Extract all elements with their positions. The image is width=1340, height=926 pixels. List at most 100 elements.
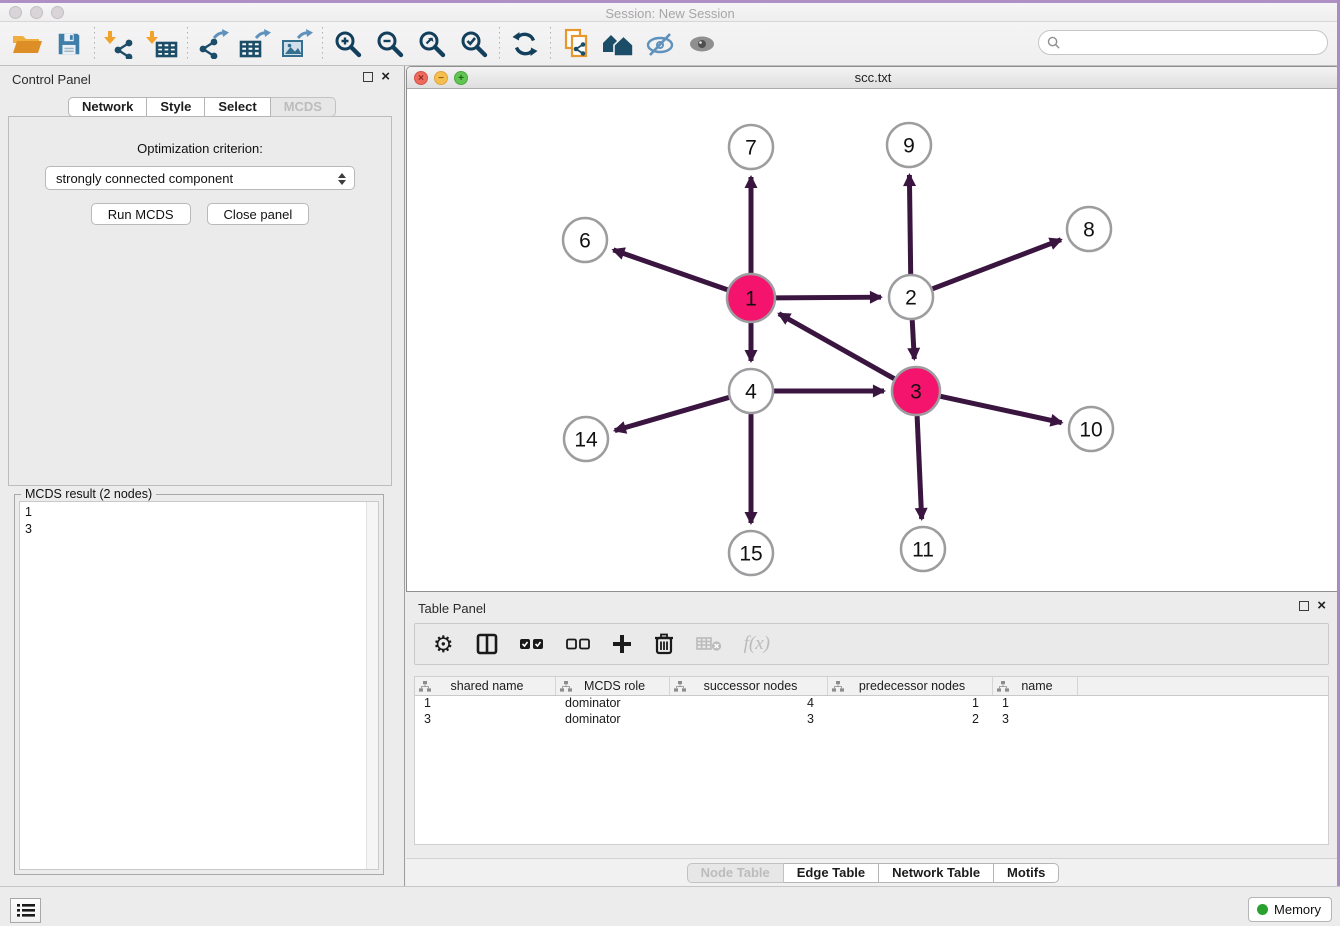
edge-3-1[interactable] <box>779 314 894 379</box>
delete-table-icon[interactable] <box>696 629 722 659</box>
node-label-10: 10 <box>1079 419 1102 442</box>
edge-2-8[interactable] <box>932 240 1060 289</box>
optimization-criterion-select[interactable]: strongly connected component <box>45 166 355 190</box>
cell-MCDS-role[interactable]: dominator <box>556 696 670 712</box>
mcds-panel: Optimization criterion: strongly connect… <box>8 116 392 486</box>
column-type-icon <box>674 681 686 692</box>
column-header-shared-name[interactable]: shared name <box>415 677 556 695</box>
show-all-button[interactable] <box>681 25 723 63</box>
network-canvas[interactable]: 1234678910111415 <box>407 89 1339 592</box>
memory-label: Memory <box>1274 902 1321 917</box>
network-window-titlebar[interactable]: × − + scc.txt <box>407 67 1339 89</box>
export-image-button[interactable] <box>276 25 318 63</box>
desktop-edge <box>0 0 1340 3</box>
cell-predecessor-nodes[interactable]: 1 <box>828 696 993 712</box>
create-column-icon[interactable] <box>612 629 632 659</box>
app-title: Session: New Session <box>0 6 1340 21</box>
zoom-in-button[interactable] <box>327 25 369 63</box>
houses-icon <box>601 30 635 58</box>
refresh-button[interactable] <box>504 25 546 63</box>
tab-edge-table[interactable]: Edge Table <box>784 863 879 883</box>
tab-style[interactable]: Style <box>147 97 205 117</box>
table-row[interactable]: 3dominator323 <box>415 712 1328 728</box>
node-label-14: 14 <box>574 429 598 452</box>
column-type-icon <box>419 681 431 692</box>
network-graph[interactable]: 1234678910111415 <box>407 89 1339 592</box>
first-neighbors-button[interactable] <box>597 25 639 63</box>
import-table-icon <box>146 29 178 59</box>
hide-selected-button[interactable] <box>639 25 681 63</box>
float-table-panel-icon[interactable] <box>1299 601 1309 611</box>
open-folder-icon <box>11 30 43 58</box>
import-network-button[interactable] <box>99 25 141 63</box>
cell-shared-name[interactable]: 3 <box>415 712 556 728</box>
table-settings-icon[interactable]: ⚙ <box>433 629 454 659</box>
edge-3-10[interactable] <box>940 396 1061 422</box>
float-panel-icon[interactable] <box>363 72 373 82</box>
node-label-2: 2 <box>905 287 917 310</box>
function-builder-icon[interactable]: f(x) <box>744 629 770 659</box>
cell-name[interactable]: 1 <box>993 696 1078 712</box>
cell-predecessor-nodes[interactable]: 2 <box>828 712 993 728</box>
tab-node-table[interactable]: Node Table <box>687 863 784 883</box>
edge-2-3[interactable] <box>912 320 914 359</box>
export-network-button[interactable] <box>192 25 234 63</box>
delete-column-icon[interactable] <box>654 629 674 659</box>
toolbar-separator <box>187 27 188 61</box>
tab-motifs[interactable]: Motifs <box>994 863 1059 883</box>
control-panel-title: Control Panel <box>12 72 91 87</box>
node-label-3: 3 <box>910 381 922 404</box>
import-table-button[interactable] <box>141 25 183 63</box>
table-row[interactable]: 1dominator411 <box>415 696 1328 712</box>
show-task-history-button[interactable] <box>10 898 41 923</box>
tab-mcds[interactable]: MCDS <box>271 97 336 117</box>
close-panel-button[interactable]: Close panel <box>207 203 310 225</box>
edge-2-9[interactable] <box>909 175 910 274</box>
node-label-8: 8 <box>1083 219 1095 242</box>
column-type-icon <box>832 681 844 692</box>
edge-1-2[interactable] <box>776 297 881 298</box>
zoom-fit-button[interactable] <box>411 25 453 63</box>
run-mcds-button[interactable]: Run MCDS <box>91 203 191 225</box>
cell-name[interactable]: 3 <box>993 712 1078 728</box>
search-input[interactable] <box>1065 33 1327 53</box>
edge-4-14[interactable] <box>615 397 729 430</box>
close-panel-icon[interactable]: × <box>381 72 390 82</box>
tab-network-table[interactable]: Network Table <box>879 863 994 883</box>
mcds-result-list[interactable]: 1 3 <box>19 501 379 870</box>
open-session-button[interactable] <box>6 25 48 63</box>
select-all-columns-icon[interactable] <box>520 629 544 659</box>
tab-select[interactable]: Select <box>205 97 270 117</box>
node-table: shared nameMCDS rolesuccessor nodesprede… <box>414 676 1329 845</box>
zoom-out-button[interactable] <box>369 25 411 63</box>
status-bar: Memory <box>0 886 1340 926</box>
toolbar-separator <box>550 27 551 61</box>
memory-button[interactable]: Memory <box>1248 897 1332 922</box>
cell-MCDS-role[interactable]: dominator <box>556 712 670 728</box>
result-scrollbar[interactable] <box>366 502 378 869</box>
toolbar-separator <box>499 27 500 61</box>
edge-3-11[interactable] <box>917 416 922 519</box>
edge-1-6[interactable] <box>613 250 727 290</box>
column-header-predecessor-nodes[interactable]: predecessor nodes <box>828 677 993 695</box>
unselect-all-columns-icon[interactable] <box>566 629 590 659</box>
mcds-result-title: MCDS result (2 nodes) <box>21 487 156 501</box>
column-header-successor-nodes[interactable]: successor nodes <box>670 677 828 695</box>
column-header-name[interactable]: name <box>993 677 1078 695</box>
tab-network[interactable]: Network <box>68 97 147 117</box>
cell-successor-nodes[interactable]: 4 <box>670 696 828 712</box>
column-header-MCDS-role[interactable]: MCDS role <box>556 677 670 695</box>
search-field[interactable] <box>1038 30 1328 55</box>
split-columns-icon[interactable] <box>476 629 498 659</box>
new-network-from-selection-button[interactable] <box>555 25 597 63</box>
zoom-selected-button[interactable] <box>453 25 495 63</box>
app-titlebar: Session: New Session <box>0 3 1340 22</box>
cell-shared-name[interactable]: 1 <box>415 696 556 712</box>
toolbar-separator <box>94 27 95 61</box>
export-table-button[interactable] <box>234 25 276 63</box>
save-session-button[interactable] <box>48 25 90 63</box>
memory-status-icon <box>1257 904 1268 915</box>
cell-successor-nodes[interactable]: 3 <box>670 712 828 728</box>
documents-share-icon <box>560 28 592 60</box>
close-table-panel-icon[interactable]: × <box>1317 601 1326 611</box>
